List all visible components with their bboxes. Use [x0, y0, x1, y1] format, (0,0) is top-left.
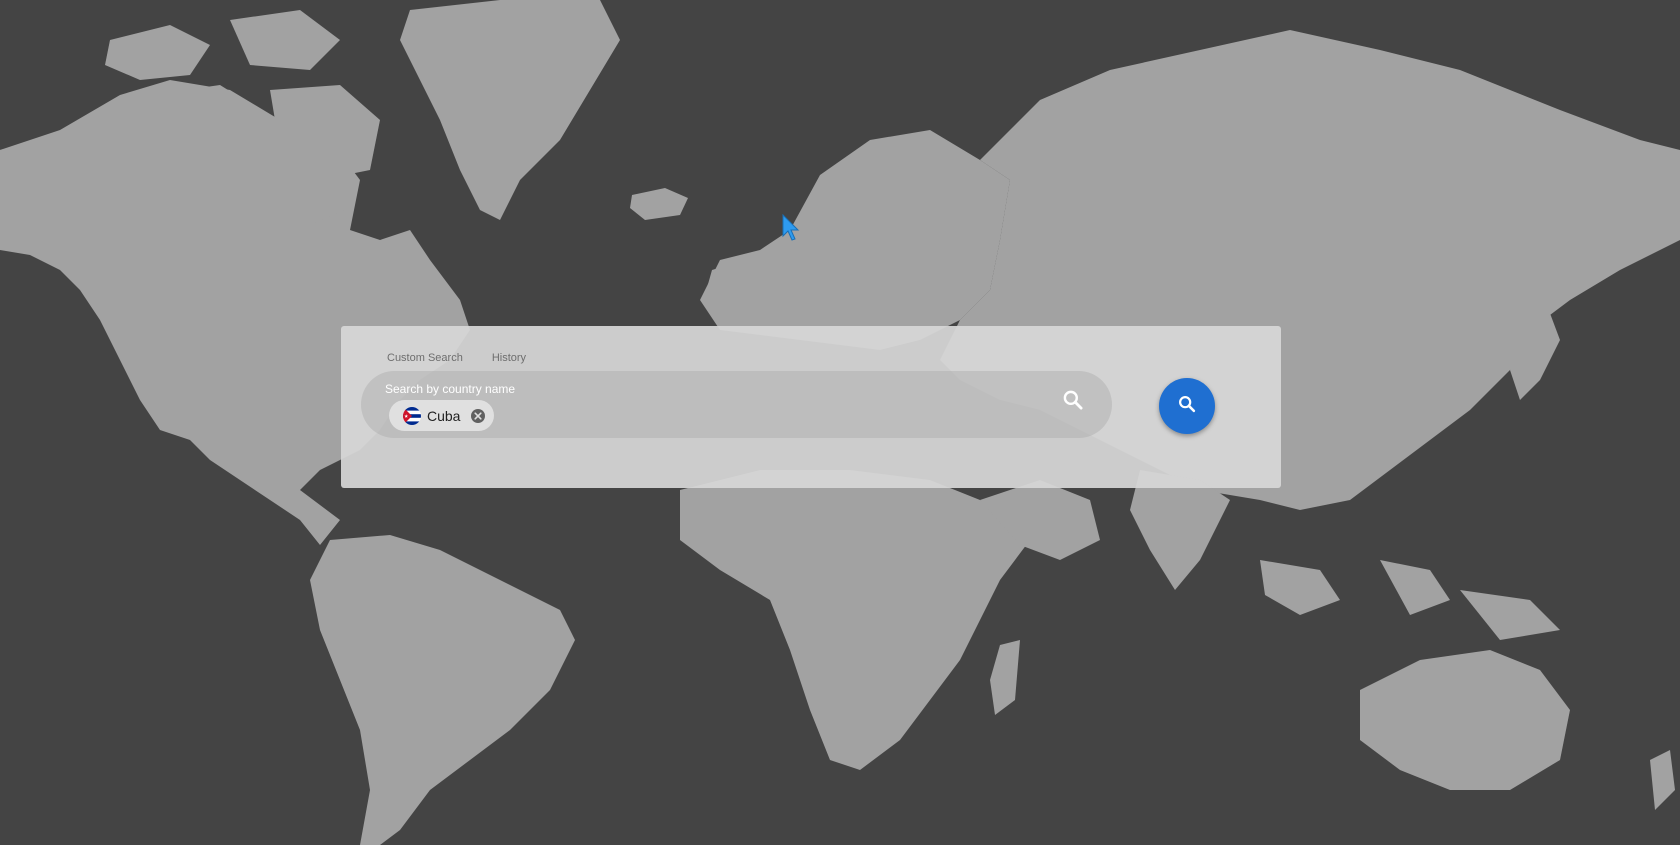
- search-tabs: Custom Search History: [385, 352, 528, 364]
- madagascar-island: [990, 640, 1020, 715]
- selected-country-chip[interactable]: Cuba: [389, 400, 495, 431]
- new-zealand-island: [1650, 750, 1675, 810]
- arctic-island-1: [105, 25, 210, 80]
- selected-country-label: Cuba: [427, 407, 461, 424]
- search-icon: [1176, 393, 1198, 420]
- sea-island-1: [1260, 560, 1340, 615]
- cuba-flag-icon: [403, 406, 421, 425]
- south-america-landmass: [310, 535, 575, 845]
- arctic-island-2: [230, 10, 340, 70]
- mouse-pointer-icon: [782, 214, 800, 241]
- tab-history[interactable]: History: [490, 352, 528, 364]
- iceland-island: [630, 188, 688, 220]
- greenland-landmass: [400, 0, 620, 220]
- search-icon[interactable]: [1060, 387, 1086, 413]
- search-panel: Custom Search History Search by country …: [341, 326, 1281, 488]
- sea-island-3: [1460, 590, 1560, 640]
- sea-island-2: [1380, 560, 1450, 615]
- country-search-field[interactable]: Search by country name Cuba: [361, 371, 1112, 438]
- search-field-label: Search by country name: [385, 382, 516, 396]
- africa-landmass: [680, 470, 1030, 770]
- tab-custom-search[interactable]: Custom Search: [385, 352, 465, 364]
- search-button[interactable]: [1159, 378, 1215, 434]
- australia-landmass: [1360, 650, 1570, 790]
- close-circle-icon[interactable]: [470, 408, 486, 424]
